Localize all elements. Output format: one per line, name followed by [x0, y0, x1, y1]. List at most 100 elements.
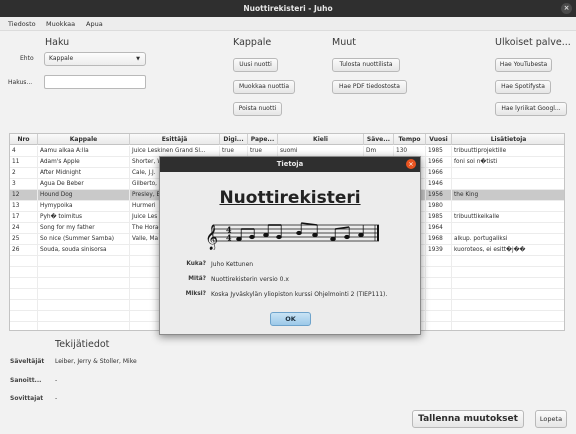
cell-kappale [38, 300, 130, 311]
cell-vuosi: 1939 [426, 245, 452, 256]
cell-kappale: Song for my father [38, 223, 130, 234]
google-lyrics-button[interactable]: Hae lyriikat Googl... [495, 102, 567, 116]
cell-kappale [38, 267, 130, 278]
cell-kappale: Hound Dog [38, 190, 130, 201]
cell-lisatietoja [452, 311, 564, 322]
cell-vuosi [426, 278, 452, 289]
cell-lisatietoja [452, 278, 564, 289]
svg-text:4: 4 [226, 233, 232, 243]
cell-nro [10, 256, 38, 267]
cell-lisatietoja [452, 289, 564, 300]
cell-kappale: Pyh� toimitus [38, 212, 130, 223]
arrangers-key: Sovittajat [10, 395, 44, 402]
cell-nro: 3 [10, 179, 38, 190]
cell-vuosi: 1985 [426, 146, 452, 157]
cell-kappale: Souda, souda sinisorsa [38, 245, 130, 256]
composers-key: Säveltäjät [10, 358, 45, 365]
window-close-icon[interactable]: × [561, 3, 572, 14]
cell-nro: 26 [10, 245, 38, 256]
cell-kappale [38, 256, 130, 267]
cell-kappale: Hymypoika [38, 201, 130, 212]
window-title: Nuottirekisteri - Juho [243, 4, 333, 13]
column-header-kieli[interactable]: Kieli [278, 134, 364, 145]
dialog-why-value: Koska Jyväskylän yliopiston kurssi Ohjel… [211, 291, 388, 298]
window-titlebar: Nuottirekisteri - Juho × [0, 0, 576, 17]
table-header: Nro Kappale Esittäjä Digi... Pape... Kieli Säv… [10, 134, 564, 145]
cell-lisatietoja [452, 223, 564, 234]
column-header-esittaja[interactable]: Esittäjä [130, 134, 220, 145]
cell-vuosi: 1966 [426, 157, 452, 168]
cell-nro [10, 289, 38, 300]
cell-kappale: Adam's Apple [38, 157, 130, 168]
cell-kappale: Aamu alkaa A:lla [38, 146, 130, 157]
cell-vuosi: 1966 [426, 168, 452, 179]
pdf-search-button[interactable]: Hae PDF tiedostosta [332, 80, 407, 94]
cell-lisatietoja [452, 300, 564, 311]
search-section-title: Haku [45, 37, 70, 48]
cell-vuosi: 1946 [426, 179, 452, 190]
column-header-kappale[interactable]: Kappale [38, 134, 130, 145]
cell-lisatietoja: the King [452, 190, 564, 201]
cell-kappale [38, 278, 130, 289]
search-input[interactable] [44, 75, 146, 89]
music-staff-icon: 𝄞 4 4 [205, 222, 379, 250]
column-header-vuosi[interactable]: Vuosi [426, 134, 452, 145]
cell-kappale [38, 289, 130, 300]
lyricists-key: Sanoitt... [10, 377, 42, 384]
print-list-button[interactable]: Tulosta nuottilista [332, 58, 400, 72]
cell-kappale [38, 311, 130, 322]
menubar: Tiedosto Muokkaa Apua [0, 17, 576, 31]
cell-nro: 25 [10, 234, 38, 245]
cell-nro [10, 311, 38, 322]
cell-vuosi [426, 300, 452, 311]
condition-select[interactable]: Kappale ▼ [44, 52, 146, 66]
cell-vuosi [426, 322, 452, 330]
cell-nro: 12 [10, 190, 38, 201]
menu-item-muokkaa[interactable]: Muokkaa [46, 20, 75, 28]
dialog-title: Tietoja [160, 157, 420, 172]
cell-lisatietoja [452, 267, 564, 278]
column-header-nro[interactable]: Nro [10, 134, 38, 145]
menu-item-apua[interactable]: Apua [86, 20, 103, 28]
cell-vuosi [426, 311, 452, 322]
svg-text:𝄞: 𝄞 [205, 224, 218, 250]
other-section-title: Muut [332, 37, 356, 48]
cell-nro: 2 [10, 168, 38, 179]
cell-vuosi: 1985 [426, 212, 452, 223]
cell-nro: 4 [10, 146, 38, 157]
cell-lisatietoja: tribuuttikeikalle [452, 212, 564, 223]
dialog-why-key: Miksi? [185, 291, 206, 297]
column-header-digi[interactable]: Digi... [220, 134, 248, 145]
column-header-savel[interactable]: Säve... [364, 134, 394, 145]
cell-nro [10, 267, 38, 278]
condition-label: Ehto [20, 55, 34, 62]
delete-note-button[interactable]: Poista nuotti [233, 102, 282, 116]
dialog-ok-button[interactable]: OK [270, 312, 311, 326]
edit-note-button[interactable]: Muokkaa nuottia [233, 80, 295, 94]
cell-lisatietoja: tribuuttiprojektille [452, 146, 564, 157]
save-changes-button[interactable]: Tallenna muutokset [412, 410, 524, 428]
cell-kappale: After Midnight [38, 168, 130, 179]
column-header-tempo[interactable]: Tempo [394, 134, 426, 145]
cell-nro: 13 [10, 201, 38, 212]
details-section-title: Tekijätiedot [55, 339, 110, 350]
youtube-button[interactable]: Hae YouTubesta [495, 58, 552, 72]
dialog-what-value: Nuottirekisterin versio 0.x [211, 276, 289, 283]
composers-value: Leiber, Jerry & Stoller, Mike [55, 358, 137, 365]
column-header-paperi[interactable]: Pape... [248, 134, 278, 145]
dialog-close-icon[interactable]: × [406, 159, 416, 169]
cell-nro [10, 300, 38, 311]
cell-lisatietoja [452, 256, 564, 267]
cell-lisatietoja [452, 322, 564, 330]
new-note-button[interactable]: Uusi nuotti [233, 58, 278, 72]
song-section-title: Kappale [233, 37, 272, 48]
cell-vuosi: 1956 [426, 190, 452, 201]
cell-lisatietoja: kuoroteos, ei esitt�j�� [452, 245, 564, 256]
column-header-lisatietoja[interactable]: Lisätietoja [452, 134, 564, 145]
lyricists-value: - [55, 377, 58, 384]
spotify-button[interactable]: Hae Spotifysta [495, 80, 551, 94]
quit-button[interactable]: Lopeta [535, 410, 567, 428]
cell-lisatietoja [452, 168, 564, 179]
cell-lisatietoja [452, 179, 564, 190]
menu-item-tiedosto[interactable]: Tiedosto [8, 20, 36, 28]
